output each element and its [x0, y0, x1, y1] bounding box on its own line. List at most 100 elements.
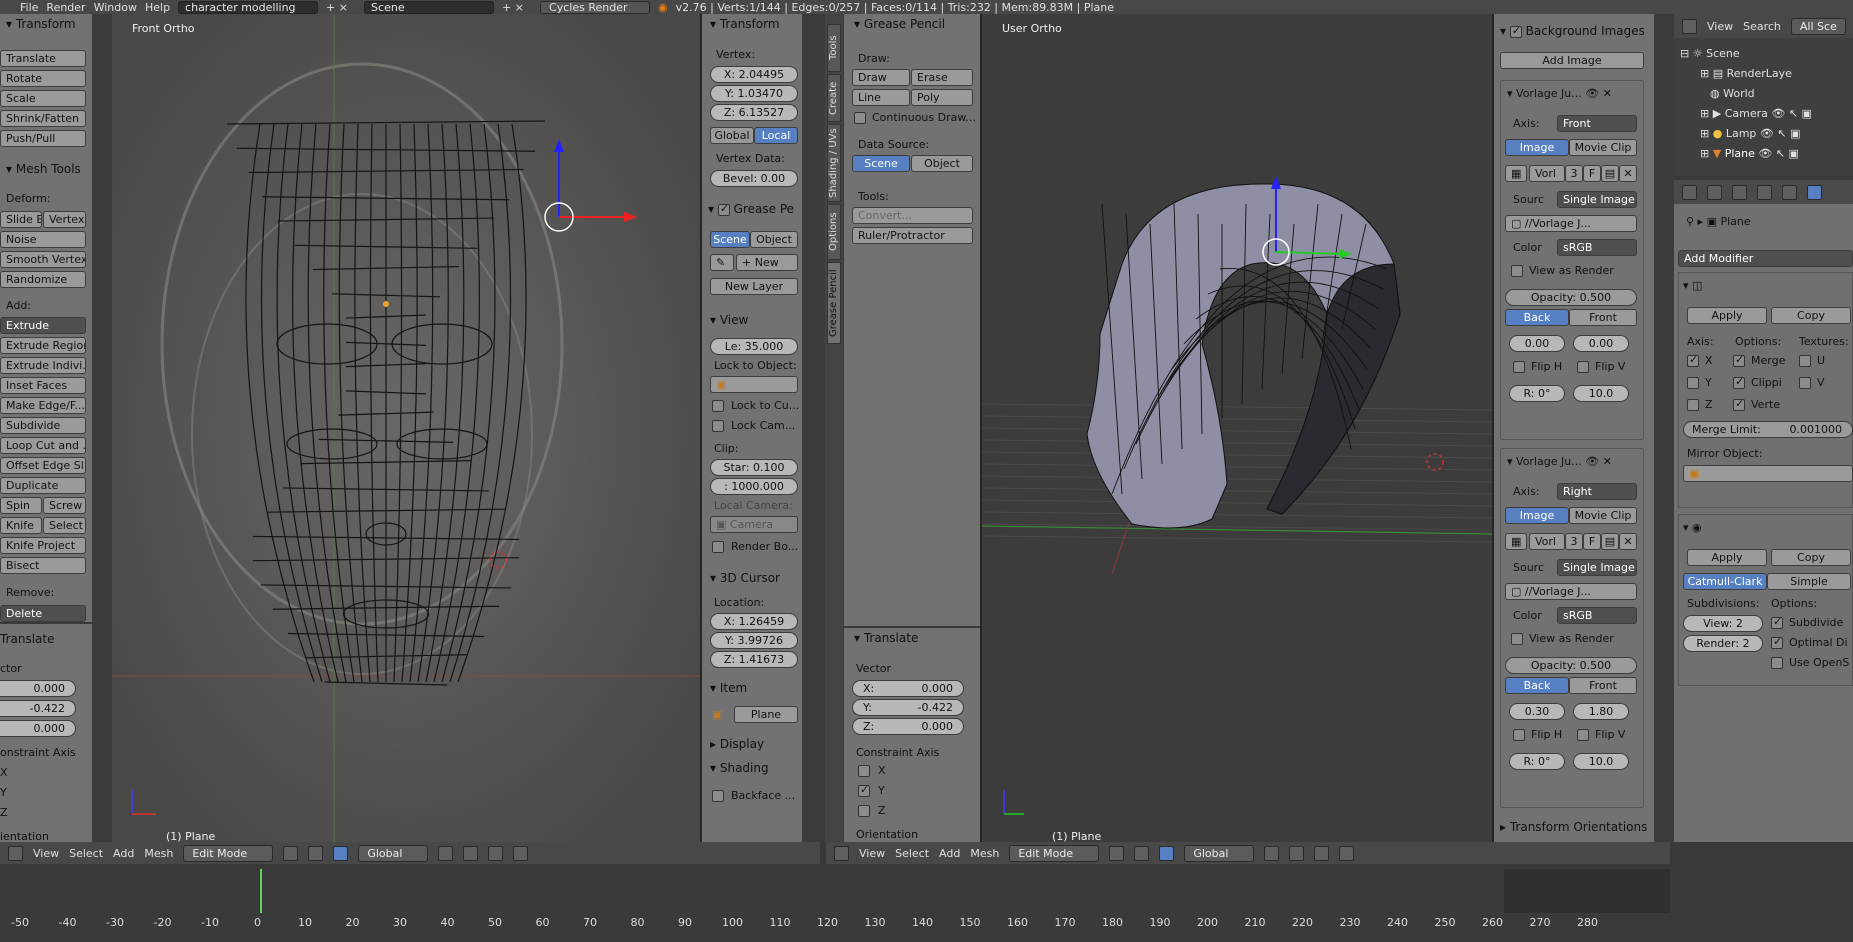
bg1-image-name[interactable]: Vorl	[1529, 165, 1565, 182]
inset-faces-button[interactable]: Inset Faces	[0, 377, 86, 394]
gp-tools-header[interactable]: ▾ Grease Pencil	[844, 14, 980, 34]
manipulator-icon[interactable]	[333, 845, 349, 861]
render-border-checkbox[interactable]	[712, 541, 724, 553]
mesh-menu-right[interactable]: Mesh	[970, 847, 999, 860]
screen-layout-field[interactable]: character modelling	[178, 0, 319, 14]
op-constraint-y-checkbox[interactable]	[858, 783, 870, 797]
mirror-copy-button[interactable]: Copy	[1771, 307, 1851, 324]
bg2-size-field[interactable]: 10.0	[1573, 753, 1629, 770]
slide-edge-button[interactable]: Slide E	[0, 211, 42, 228]
bg1-colorspace-dropdown[interactable]: sRGB	[1557, 239, 1637, 256]
mode-dropdown-right[interactable]: Edit Mode	[1009, 844, 1100, 862]
outliner-row-lamp[interactable]: ⊞ ● Lamp 👁 ↖ ▣	[1700, 124, 1800, 144]
noise-button[interactable]: Noise	[0, 231, 86, 248]
mesh-tools-header[interactable]: ▾ Mesh Tools	[0, 159, 81, 179]
mesh-menu-left[interactable]: Mesh	[144, 847, 173, 860]
bg2-front-toggle[interactable]: Front	[1569, 677, 1637, 694]
bg1-source-dropdown[interactable]: Single Image	[1557, 191, 1637, 208]
scene-field[interactable]: Scene	[364, 0, 495, 14]
bg2-movieclip-toggle[interactable]: Movie Clip	[1569, 507, 1637, 524]
visibility-icon[interactable]: 👁 ↖ ▣	[1771, 107, 1812, 120]
op-constraint-z-checkbox[interactable]	[858, 805, 870, 817]
mirror-z-checkbox[interactable]	[1687, 399, 1699, 411]
editor-type-icon[interactable]	[834, 845, 849, 861]
bg1-fliph-checkbox[interactable]	[1513, 361, 1525, 373]
file-menu[interactable]: File	[20, 1, 38, 14]
world-tab-icon[interactable]	[1757, 184, 1772, 200]
duplicate-button[interactable]: Duplicate	[0, 477, 86, 494]
select-menu-right[interactable]: Select	[895, 847, 929, 860]
make-edge-face-button[interactable]: Make Edge/F...	[0, 397, 86, 414]
select-menu-left[interactable]: Select	[69, 847, 103, 860]
bisect-button[interactable]: Bisect	[0, 557, 86, 574]
bg1-size-field[interactable]: 10.0	[1573, 385, 1629, 402]
backface-checkbox[interactable]	[712, 790, 724, 802]
mirror-u-checkbox[interactable]	[1799, 355, 1811, 367]
shading-icon[interactable]	[1109, 845, 1125, 861]
bg1-offset-x[interactable]: 0.00	[1509, 335, 1565, 352]
bg1-image-browse-icon[interactable]: ▦	[1505, 165, 1527, 182]
local-camera-field[interactable]: ▣ Camera	[710, 516, 798, 533]
shading-header[interactable]: ▾ Shading	[702, 758, 769, 778]
lock-camera-checkbox[interactable]	[712, 420, 724, 432]
outliner-view-menu[interactable]: View	[1707, 20, 1733, 33]
constraint-y[interactable]: Y	[0, 786, 7, 799]
eye-icon[interactable]: 👁	[1585, 87, 1599, 100]
outliner-display-dropdown[interactable]: All Sce	[1790, 17, 1846, 35]
visibility-icon[interactable]: 👁 ↖ ▣	[1758, 147, 1799, 160]
merge-limit-field[interactable]: Merge Limit: 0.001000	[1683, 421, 1853, 438]
tab-create[interactable]: Create	[827, 74, 841, 122]
render-menu[interactable]: Render	[46, 1, 85, 14]
viewport-user-ortho[interactable]: User Ortho (1) Plane	[982, 14, 1492, 842]
outliner-row-world[interactable]: ◍ World	[1710, 84, 1755, 104]
outliner-editor-icon[interactable]	[1682, 18, 1697, 34]
outliner-search-menu[interactable]: Search	[1743, 20, 1781, 33]
tab-shading-uvs[interactable]: Shading / UVs	[827, 124, 841, 202]
rotate-button[interactable]: Rotate	[0, 70, 86, 87]
bg2-axis-dropdown[interactable]: Right	[1557, 483, 1637, 500]
vertex-groups-checkbox[interactable]	[1733, 397, 1745, 411]
bg1-users-count[interactable]: 3	[1565, 165, 1583, 182]
bg1-back-toggle[interactable]: Back	[1505, 309, 1569, 326]
shading-icon[interactable]	[283, 845, 299, 861]
optimal-display-checkbox[interactable]	[1771, 635, 1783, 649]
pivot-icon[interactable]	[308, 845, 324, 861]
pencil-icon[interactable]: ✎	[710, 254, 734, 271]
op-mid-header[interactable]: ▾ Translate	[844, 628, 980, 648]
bg1-view-render-checkbox[interactable]	[1511, 265, 1523, 277]
extrude-individual-button[interactable]: Extrude Indivi...	[0, 357, 86, 374]
add-menu-right[interactable]: Add	[939, 847, 960, 860]
transform-orientations-header[interactable]: ▸ Transform Orientations	[1500, 820, 1647, 834]
render-engine-dropdown[interactable]: Cycles Render	[540, 0, 651, 14]
constraint-z[interactable]: Z	[0, 806, 8, 819]
new-layer-button[interactable]: New Layer	[710, 278, 798, 295]
edge-select-icon[interactable]	[463, 845, 479, 861]
datasource-object-toggle[interactable]: Object	[911, 155, 973, 172]
op-z-field[interactable]: Z: 0.000	[852, 718, 964, 735]
tab-grease-pencil[interactable]: Grease Pencil	[827, 262, 841, 344]
display-header[interactable]: ▸ Display	[702, 734, 764, 754]
extrude-region-button[interactable]: Extrude Region	[0, 337, 86, 354]
object-tab-icon[interactable]	[1782, 184, 1797, 200]
orientation-dropdown-left[interactable]: Global	[358, 844, 429, 862]
eye-icon[interactable]: 👁	[1585, 455, 1599, 468]
view-levels-field[interactable]: View: 2	[1683, 615, 1763, 632]
loop-cut-button[interactable]: Loop Cut and ...	[0, 437, 86, 454]
outliner-row-scene[interactable]: ⊟ ☼ Scene	[1680, 44, 1740, 64]
subsurf-modifier-header[interactable]: ▾ ◉	[1683, 521, 1702, 534]
bg2-offset-x[interactable]: 0.30	[1509, 703, 1565, 720]
grease-pencil-checkbox[interactable]	[717, 202, 730, 216]
select-button[interactable]: Select	[43, 517, 86, 534]
face-select-icon[interactable]	[488, 845, 504, 861]
modifier-tab-icon[interactable]	[1807, 184, 1822, 200]
tab-options[interactable]: Options	[827, 204, 841, 260]
vertex-select-icon[interactable]	[438, 845, 454, 861]
bg2-offset-y[interactable]: 1.80	[1573, 703, 1629, 720]
randomize-button[interactable]: Randomize	[0, 271, 86, 288]
cursor-x-field[interactable]: X: 1.26459	[710, 613, 798, 630]
window-menu[interactable]: Window	[94, 1, 137, 14]
push-pull-button[interactable]: Push/Pull	[0, 130, 86, 147]
bg2-fake-user[interactable]: F	[1583, 533, 1601, 550]
merge-checkbox[interactable]	[1733, 353, 1745, 367]
view-menu-right[interactable]: View	[859, 847, 885, 860]
